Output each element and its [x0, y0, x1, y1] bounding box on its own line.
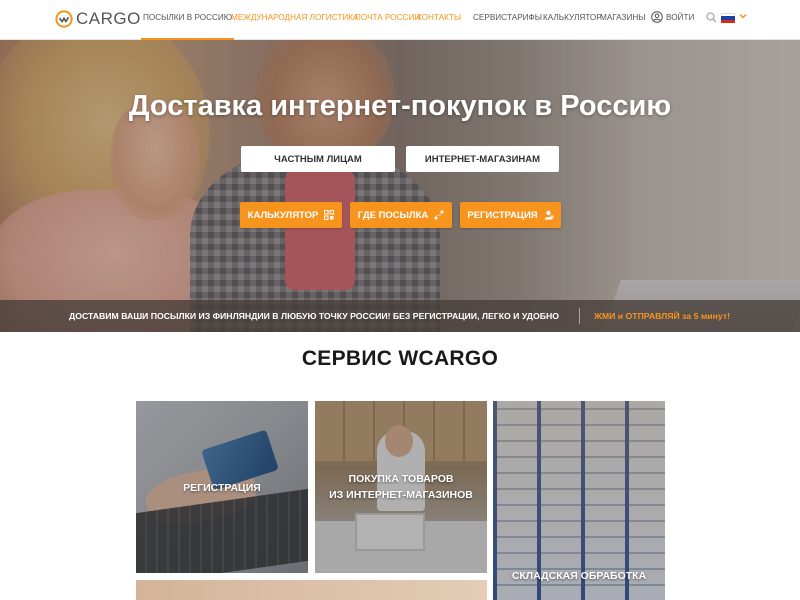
- service-tile-label-line: Регистрация: [183, 482, 261, 494]
- registration-button[interactable]: Регистрация: [460, 202, 561, 228]
- nav-contacts[interactable]: Контакты: [417, 13, 461, 22]
- login-link[interactable]: Войти: [651, 11, 694, 23]
- nav-service[interactable]: Сервис: [473, 13, 507, 22]
- service-tile-label: Покупка товаров из интернет-магазинов: [315, 471, 487, 503]
- calculator-button[interactable]: Калькулятор: [240, 202, 342, 228]
- promo-bar: Доставим ваши посылки из Финляндии в люб…: [0, 300, 800, 332]
- service-tile-partial[interactable]: [136, 580, 487, 600]
- service-tile-label: Складская обработка: [493, 568, 665, 584]
- service-tile-shopping[interactable]: Покупка товаров из интернет-магазинов: [315, 401, 487, 573]
- promo-text: Доставим ваши посылки из Финляндии в люб…: [69, 311, 560, 321]
- service-tile-label: Регистрация: [136, 480, 308, 496]
- login-label: Войти: [666, 12, 695, 22]
- user-add-icon: [544, 210, 554, 220]
- calculator-button-label: Калькулятор: [247, 209, 319, 221]
- online-shops-button[interactable]: Интернет-магазинам: [406, 146, 559, 172]
- logo[interactable]: CARGO: [55, 8, 141, 30]
- calculator-grid-icon: [324, 210, 335, 220]
- nav-calculator[interactable]: Калькулятор: [543, 13, 602, 22]
- hero-banner: Доставка интернет-покупок в Россию Частн…: [0, 40, 800, 332]
- search-icon[interactable]: [706, 12, 717, 23]
- promo-cta-link[interactable]: ЖМИ и ОТПРАВЛЯЙ за 5 минут!: [594, 311, 730, 321]
- nav-parcels-to-russia[interactable]: Посылки в Россию: [140, 13, 235, 40]
- hero-shade: [0, 40, 800, 332]
- service-tile-label-line: Складская обработка: [511, 570, 647, 582]
- track-parcel-button-label: Где посылка: [357, 209, 429, 221]
- nav-russian-post[interactable]: Почта России: [355, 13, 420, 22]
- private-persons-button[interactable]: Частным лицам: [241, 146, 395, 172]
- promo-divider: [579, 308, 580, 324]
- service-tile-warehouse[interactable]: Складская обработка: [493, 401, 665, 600]
- nav-tariffs[interactable]: Тарифы: [507, 13, 542, 22]
- services-title: СЕРВИС WCARGO: [301, 347, 499, 370]
- site-header: CARGO Посылки в Россию Международная лог…: [0, 0, 800, 40]
- nav-international-logistics[interactable]: Международная логистика: [231, 13, 358, 22]
- route-icon: [434, 210, 444, 220]
- service-tile-label-line: из интернет-магазинов: [329, 489, 473, 501]
- service-tile-label-line: Покупка товаров: [348, 473, 454, 485]
- service-tile-registration[interactable]: Регистрация: [136, 401, 308, 573]
- nav-shops[interactable]: Магазины: [600, 13, 646, 22]
- logo-text: CARGO: [76, 9, 141, 28]
- registration-button-label: Регистрация: [467, 209, 538, 221]
- track-parcel-button[interactable]: Где посылка: [350, 202, 452, 228]
- hero-title: Доставка интернет-покупок в Россию: [128, 90, 672, 122]
- user-circle-icon: [651, 11, 663, 23]
- logo-mark-icon: [55, 10, 73, 28]
- russia-flag-icon[interactable]: [721, 13, 735, 23]
- chevron-down-icon[interactable]: [739, 12, 747, 20]
